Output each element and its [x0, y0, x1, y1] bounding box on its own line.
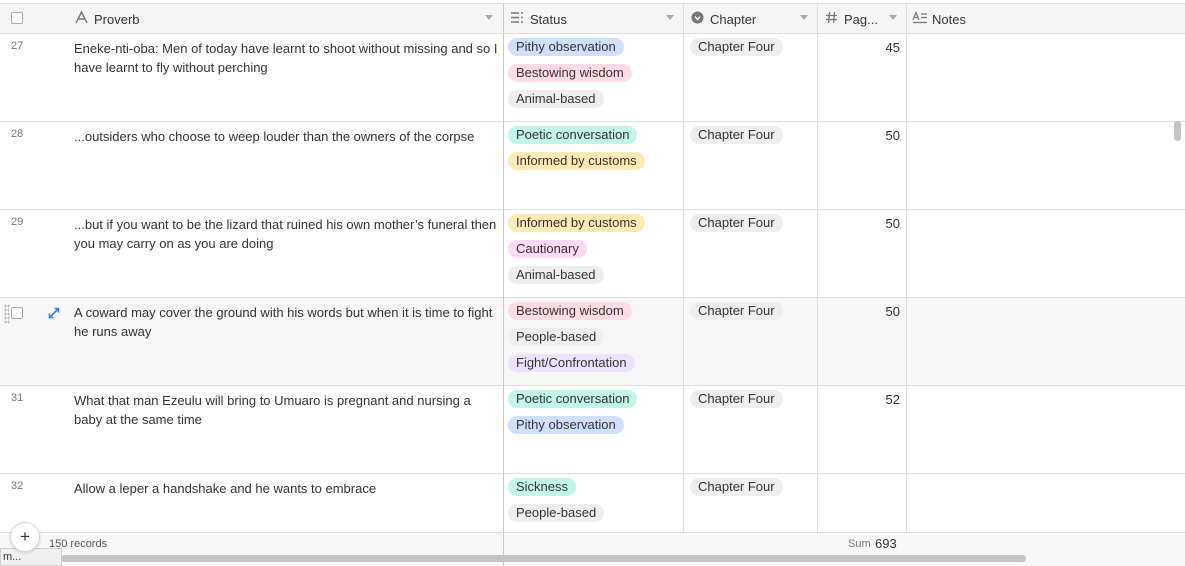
status-cell[interactable]: Informed by customs Cautionary Animal-ba…	[508, 214, 680, 294]
chapter-cell[interactable]: Chapter Four	[690, 302, 783, 320]
row-checkbox[interactable]	[11, 307, 23, 319]
row-number: 28	[11, 128, 24, 140]
status-tag: Bestowing wisdom	[508, 302, 632, 320]
status-cell[interactable]: Pithy observation Bestowing wisdom Anima…	[508, 38, 680, 118]
single-select-icon	[690, 11, 704, 27]
status-tag: Fight/Confrontation	[508, 354, 635, 372]
status-tag: Cautionary	[508, 240, 587, 258]
add-record-button[interactable]: +	[10, 522, 40, 552]
page-cell[interactable]: 50	[818, 304, 900, 319]
drag-handle-icon[interactable]	[4, 304, 10, 324]
vertical-scrollbar[interactable]	[1174, 121, 1181, 141]
summary-label[interactable]: Sum	[848, 538, 871, 550]
status-tag: Bestowing wisdom	[508, 64, 632, 82]
column-label: Proverb	[94, 11, 140, 27]
expand-record-icon[interactable]	[48, 307, 60, 319]
table-row[interactable]: 32 Allow a leper a handshake and he want…	[0, 474, 1185, 532]
chapter-cell[interactable]: Chapter Four	[690, 214, 783, 232]
column-header-page[interactable]: Pag...	[824, 4, 907, 34]
column-label: Status	[530, 11, 567, 27]
table-row[interactable]: 27 Eneke-nti-oba: Men of today have lear…	[0, 34, 1185, 122]
status-tag: Animal-based	[508, 266, 604, 284]
proverb-cell[interactable]: ...outsiders who choose to weep louder t…	[74, 127, 499, 146]
column-label: Pag...	[844, 11, 878, 27]
chapter-tag: Chapter Four	[690, 214, 783, 232]
chapter-tag: Chapter Four	[690, 38, 783, 56]
row-number: 27	[11, 40, 24, 52]
table-row[interactable]: 29 ...but if you want to be the lizard t…	[0, 210, 1185, 298]
horizontal-scrollbar[interactable]	[61, 555, 1026, 562]
column-label: Notes	[932, 11, 966, 27]
status-tag: Informed by customs	[508, 152, 645, 170]
row-number: 29	[11, 216, 24, 228]
table-row[interactable]: 31 What that man Ezeulu will bring to Um…	[0, 386, 1185, 474]
status-tag: Informed by customs	[508, 214, 645, 232]
status-tag: Sickness	[508, 478, 577, 496]
chapter-tag: Chapter Four	[690, 478, 783, 496]
select-all-checkbox[interactable]	[11, 12, 23, 24]
chevron-down-icon[interactable]	[485, 15, 493, 20]
status-tag: Animal-based	[508, 90, 604, 108]
column-header-proverb[interactable]: Proverb	[74, 4, 503, 34]
status-tag: People-based	[508, 504, 605, 522]
record-count: 150 records	[49, 538, 108, 550]
column-header-status[interactable]: Status	[510, 4, 684, 34]
chapter-cell[interactable]: Chapter Four	[690, 390, 783, 408]
number-icon	[824, 11, 838, 27]
proverb-cell[interactable]: ...but if you want to be the lizard that…	[74, 215, 499, 253]
column-label: Chapter	[710, 11, 757, 27]
page-cell[interactable]: 50	[818, 216, 900, 231]
status-cell[interactable]: Sickness People-based	[508, 478, 680, 532]
row-number: 32	[11, 480, 24, 492]
grid-header: Proverb Status Chapter Pag... Notes	[0, 3, 1185, 34]
chapter-cell[interactable]: Chapter Four	[690, 126, 783, 144]
summary-value[interactable]: 693	[875, 536, 897, 551]
chapter-cell[interactable]: Chapter Four	[690, 38, 783, 56]
status-tag: Pithy observation	[508, 416, 624, 434]
chevron-down-icon[interactable]	[800, 15, 808, 20]
status-tag: People-based	[508, 328, 605, 346]
column-header-chapter[interactable]: Chapter	[690, 4, 818, 34]
status-cell[interactable]: Poetic conversation Pithy observation	[508, 390, 680, 470]
chapter-cell[interactable]: Chapter Four	[690, 478, 783, 496]
table-row[interactable]: A coward may cover the ground with his w…	[0, 298, 1185, 386]
proverb-cell[interactable]: Allow a leper a handshake and he wants t…	[74, 479, 499, 498]
proverb-cell[interactable]: What that man Ezeulu will bring to Umuar…	[74, 391, 499, 429]
row-number: 31	[11, 392, 24, 404]
multi-select-icon	[510, 11, 524, 27]
table-row[interactable]: 28 ...outsiders who choose to weep loude…	[0, 122, 1185, 210]
proverb-cell[interactable]: A coward may cover the ground with his w…	[74, 303, 499, 341]
chapter-tag: Chapter Four	[690, 302, 783, 320]
status-cell[interactable]: Bestowing wisdom People-based Fight/Conf…	[508, 302, 680, 382]
text-field-icon	[74, 10, 88, 27]
page-cell[interactable]: 50	[818, 128, 900, 143]
status-tag: Pithy observation	[508, 38, 624, 56]
chevron-down-icon[interactable]	[666, 15, 674, 20]
grid-body: 27 Eneke-nti-oba: Men of today have lear…	[0, 34, 1185, 532]
column-header-notes[interactable]: Notes	[912, 4, 1185, 34]
proverb-cell[interactable]: Eneke-nti-oba: Men of today have learnt …	[74, 39, 499, 77]
page-cell[interactable]: 45	[818, 40, 900, 55]
status-tag: Poetic conversation	[508, 390, 638, 408]
page-cell[interactable]: 52	[818, 392, 900, 407]
long-text-icon	[912, 10, 927, 27]
chapter-tag: Chapter Four	[690, 126, 783, 144]
chevron-down-icon[interactable]	[889, 15, 897, 20]
status-tag: Poetic conversation	[508, 126, 638, 144]
status-cell[interactable]: Poetic conversation Informed by customs	[508, 126, 680, 206]
chapter-tag: Chapter Four	[690, 390, 783, 408]
